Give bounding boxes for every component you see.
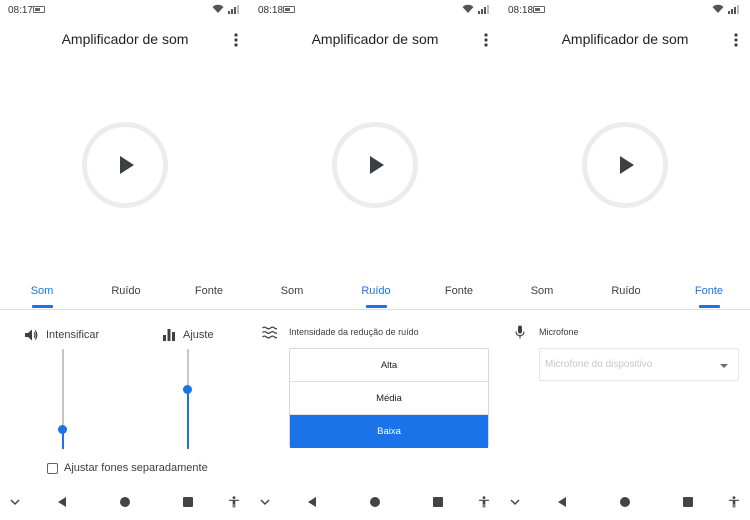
tab-ruido[interactable]: Ruído	[346, 279, 406, 309]
screen-fonte: 08:18 Amplificador de som Som Ruído Font…	[500, 0, 750, 520]
tab-bar: Som Ruído Fonte	[250, 279, 500, 310]
microphone-select[interactable]: Microfone do dispositivo	[539, 348, 739, 381]
accessibility-icon[interactable]	[228, 496, 240, 508]
status-bar: 08:17	[0, 0, 250, 22]
wifi-icon	[462, 4, 474, 13]
nav-recents-icon[interactable]	[682, 496, 694, 508]
noise-option-media[interactable]: Média	[290, 382, 488, 415]
app-title: Amplificador de som	[311, 31, 439, 47]
status-time: 08:18	[508, 5, 534, 16]
nav-home-icon[interactable]	[119, 496, 131, 508]
nav-bar	[250, 492, 500, 520]
tab-bar: Som Ruído Fonte	[500, 279, 750, 310]
app-title: Amplificador de som	[61, 31, 189, 47]
tab-fonte[interactable]: Fonte	[429, 279, 489, 309]
tab-som[interactable]: Som	[512, 279, 572, 309]
battery-icon	[33, 6, 45, 13]
nav-home-icon[interactable]	[369, 496, 381, 508]
tab-ruido[interactable]: Ruído	[96, 279, 156, 309]
dropdown-arrow-icon	[720, 364, 728, 368]
tab-fonte[interactable]: Fonte	[179, 279, 239, 309]
more-vert-icon[interactable]	[483, 32, 489, 48]
tab-bar: Som Ruído Fonte	[0, 279, 250, 310]
boost-label: Intensificar	[46, 329, 100, 341]
separate-earphones-label: Ajustar fones separadamente	[64, 462, 208, 474]
tune-label: Ajuste	[183, 329, 214, 341]
accessibility-icon[interactable]	[728, 496, 740, 508]
nav-back-icon[interactable]	[56, 496, 68, 508]
nav-bar	[0, 492, 250, 520]
wifi-icon	[212, 4, 224, 13]
more-vert-icon[interactable]	[733, 32, 739, 48]
status-time: 08:18	[258, 5, 284, 16]
nav-back-icon[interactable]	[556, 496, 568, 508]
battery-icon	[533, 6, 545, 13]
status-time: 08:17	[8, 5, 34, 16]
accessibility-icon[interactable]	[478, 496, 490, 508]
nav-down-icon[interactable]	[259, 496, 271, 508]
tune-slider-fill	[187, 389, 189, 449]
tune-slider-thumb[interactable]	[183, 384, 192, 394]
nav-home-icon[interactable]	[619, 496, 631, 508]
nav-bar	[500, 492, 750, 520]
nav-down-icon[interactable]	[509, 496, 521, 508]
signal-icon	[728, 5, 739, 14]
tab-fonte[interactable]: Fonte	[679, 279, 739, 309]
bar-chart-icon	[163, 329, 175, 341]
status-bar: 08:18	[250, 0, 500, 22]
app-title: Amplificador de som	[561, 31, 689, 47]
play-icon	[370, 156, 384, 174]
play-icon	[120, 156, 134, 174]
noise-option-alta[interactable]: Alta	[290, 349, 488, 382]
volume-icon	[25, 329, 38, 341]
nav-recents-icon[interactable]	[182, 496, 194, 508]
nav-back-icon[interactable]	[306, 496, 318, 508]
wifi-icon	[712, 4, 724, 13]
battery-icon	[283, 6, 295, 13]
noise-option-baixa[interactable]: Baixa	[290, 415, 488, 448]
signal-icon	[478, 5, 489, 14]
tab-som[interactable]: Som	[12, 279, 72, 309]
mic-icon	[515, 325, 525, 339]
play-icon	[620, 156, 634, 174]
waves-icon	[262, 326, 277, 339]
more-vert-icon[interactable]	[233, 32, 239, 48]
nav-down-icon[interactable]	[9, 496, 21, 508]
tab-ruido[interactable]: Ruído	[596, 279, 656, 309]
status-bar: 08:18	[500, 0, 750, 22]
signal-icon	[228, 5, 239, 14]
screen-som: 08:17 Amplificador de som Som Ruído Font…	[0, 0, 250, 520]
microphone-select-value: Microfone do dispositivo	[545, 359, 653, 370]
boost-slider-thumb[interactable]	[58, 424, 67, 434]
noise-level-list: Alta Média Baixa	[289, 348, 489, 448]
noise-reduction-label: Intensidade da redução de ruído	[289, 327, 419, 337]
nav-recents-icon[interactable]	[432, 496, 444, 508]
tab-som[interactable]: Som	[262, 279, 322, 309]
microphone-label: Microfone	[539, 327, 579, 337]
separate-earphones-checkbox[interactable]	[47, 463, 58, 474]
screen-ruido: 08:18 Amplificador de som Som Ruído Font…	[250, 0, 500, 520]
